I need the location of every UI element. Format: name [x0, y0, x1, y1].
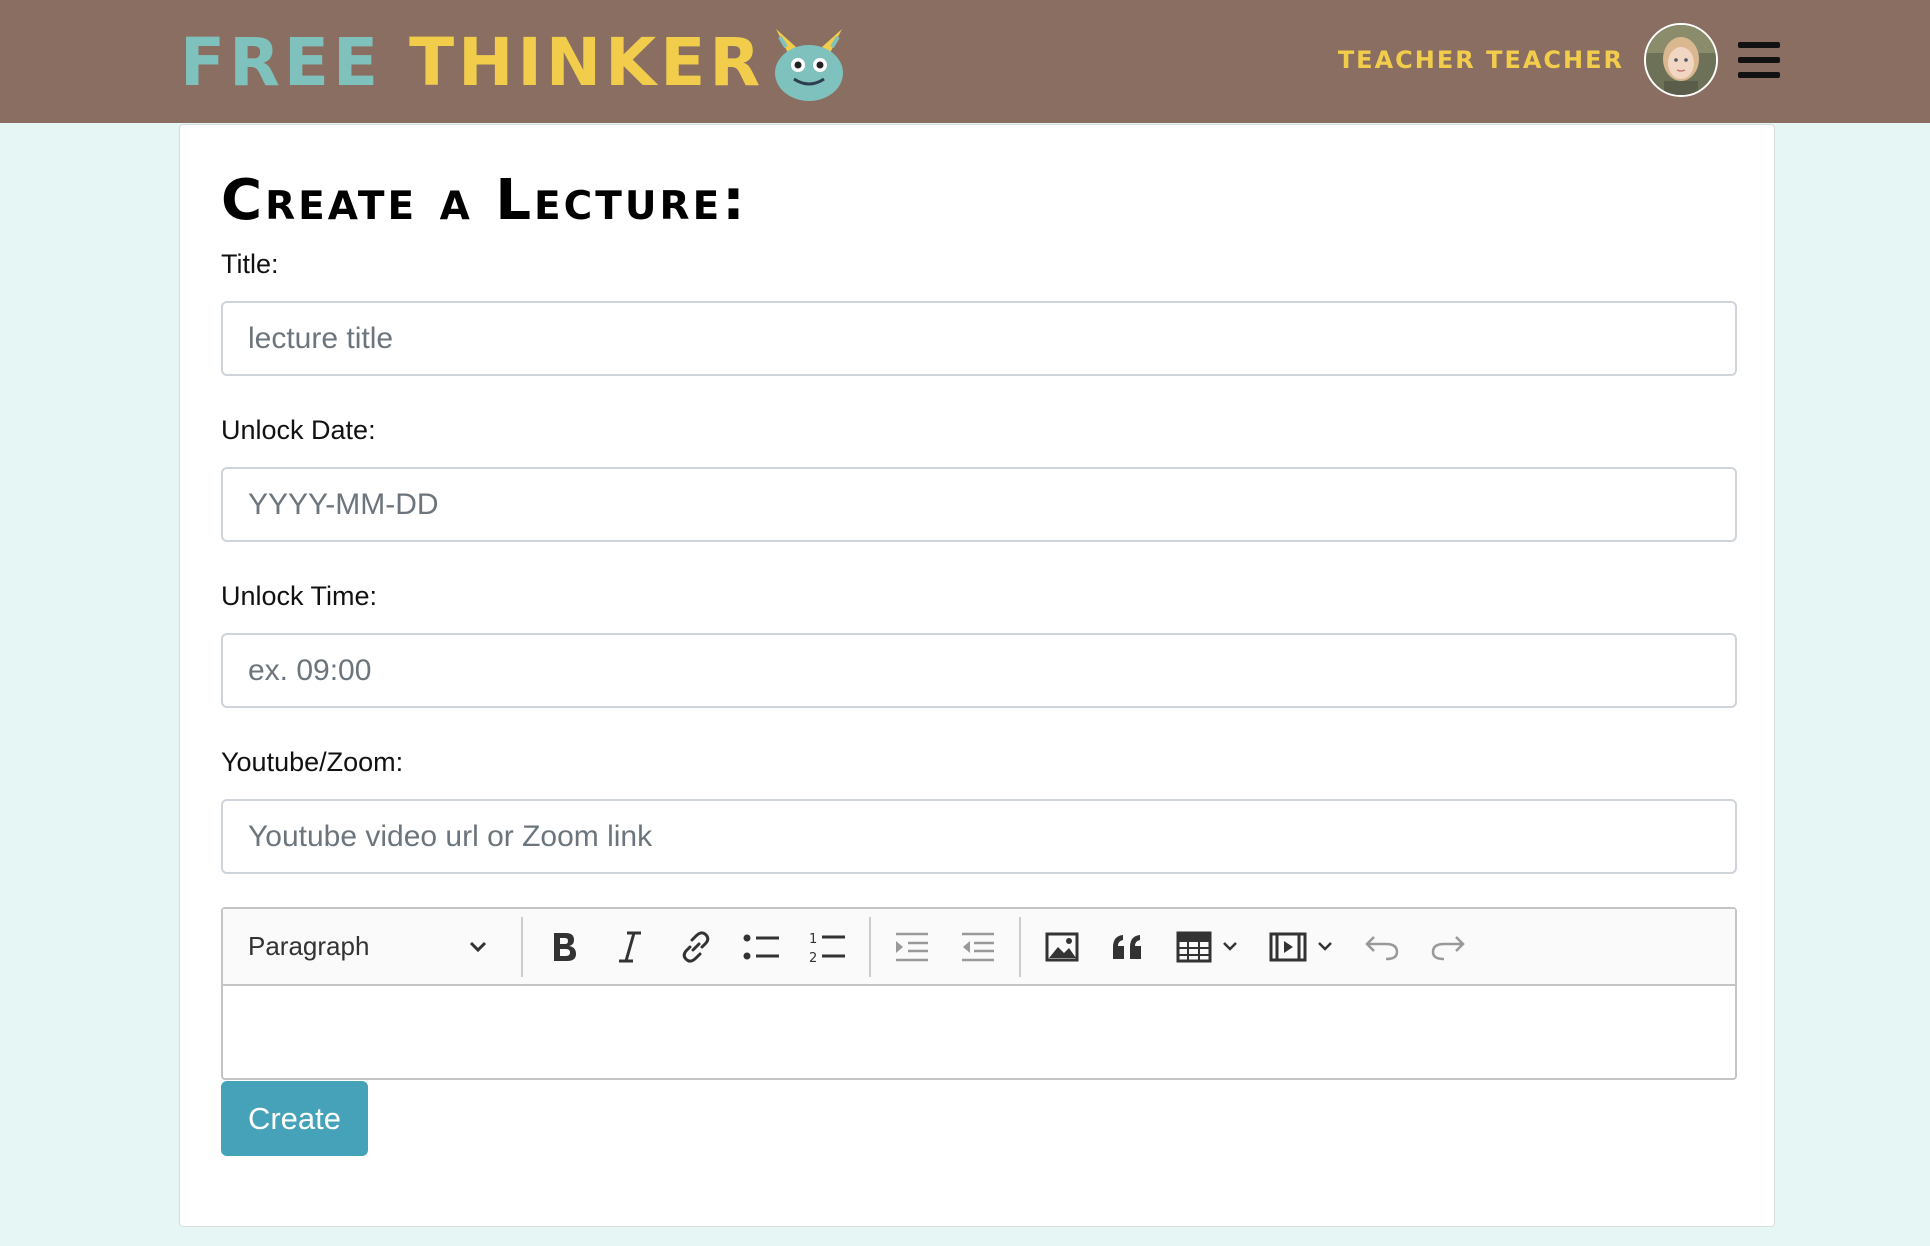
quote-icon	[1113, 934, 1141, 959]
editor-content-area[interactable]	[223, 986, 1735, 1078]
toolbar-separator	[1019, 916, 1021, 977]
chevron-down-icon	[469, 941, 487, 952]
insert-table-button[interactable]	[1164, 917, 1252, 977]
bold-button[interactable]	[534, 917, 594, 977]
chevron-down-icon	[1318, 941, 1332, 951]
brand-logo[interactable]: FREE THINKER	[180, 20, 848, 106]
redo-button[interactable]	[1418, 917, 1478, 977]
title-input[interactable]	[221, 301, 1737, 376]
undo-button[interactable]	[1352, 917, 1412, 977]
rich-text-editor: Paragraph 12	[221, 907, 1737, 1080]
bold-icon	[554, 932, 576, 961]
bulleted-list-button[interactable]	[732, 917, 792, 977]
numbered-list-icon: 12	[809, 932, 845, 964]
outdent-button[interactable]	[948, 917, 1008, 977]
link-button[interactable]	[666, 917, 726, 977]
insert-image-button[interactable]	[1032, 917, 1092, 977]
unlock-date-label: Unlock Date:	[221, 415, 376, 445]
undo-icon	[1365, 935, 1399, 960]
chevron-down-icon	[1223, 941, 1237, 951]
bulleted-list-icon	[743, 934, 779, 959]
user-menu: Teacher Teacher	[1338, 22, 1780, 98]
hamburger-menu-icon[interactable]	[1738, 42, 1780, 78]
unlock-time-label: Unlock Time:	[221, 581, 378, 611]
svg-text:1: 1	[809, 932, 817, 947]
link-icon	[682, 930, 710, 963]
insert-media-button[interactable]	[1258, 917, 1346, 977]
lecture-form-card: Create a Lecture: Title: Unlock Date: Un…	[179, 124, 1775, 1227]
user-name[interactable]: Teacher Teacher	[1338, 46, 1624, 74]
heading-select-value: Paragraph	[248, 931, 370, 961]
brand-word-2: THINKER	[409, 24, 765, 101]
avatar[interactable]	[1644, 23, 1718, 97]
indent-icon	[896, 932, 928, 961]
indent-button[interactable]	[882, 917, 942, 977]
toolbar-separator	[869, 916, 871, 977]
editor-toolbar: Paragraph 12	[223, 909, 1735, 986]
page-title: Create a Lecture:	[221, 168, 748, 233]
redo-icon	[1431, 935, 1465, 960]
image-icon	[1045, 932, 1079, 961]
heading-select[interactable]: Paragraph	[223, 908, 513, 985]
create-button[interactable]: Create	[221, 1081, 368, 1156]
outdent-icon	[962, 932, 994, 961]
brand-name: FREE THINKER	[180, 30, 764, 96]
youtube-zoom-input[interactable]	[221, 799, 1737, 874]
brand-word-1: FREE	[180, 24, 383, 101]
title-label: Title:	[221, 249, 279, 279]
monster-mascot-icon	[775, 29, 844, 101]
unlock-time-input[interactable]	[221, 633, 1737, 708]
italic-icon	[619, 931, 641, 962]
navbar: FREE THINKER Teacher Teacher	[0, 0, 1930, 123]
italic-button[interactable]	[600, 917, 660, 977]
block-quote-button[interactable]	[1098, 917, 1158, 977]
avatar-image	[1646, 25, 1716, 95]
table-icon	[1176, 931, 1212, 962]
svg-text:2: 2	[809, 951, 817, 964]
youtube-zoom-label: Youtube/Zoom:	[221, 747, 404, 777]
unlock-date-input[interactable]	[221, 467, 1737, 542]
numbered-list-button[interactable]: 12	[798, 917, 858, 977]
media-icon	[1269, 932, 1307, 961]
toolbar-separator	[521, 916, 523, 977]
